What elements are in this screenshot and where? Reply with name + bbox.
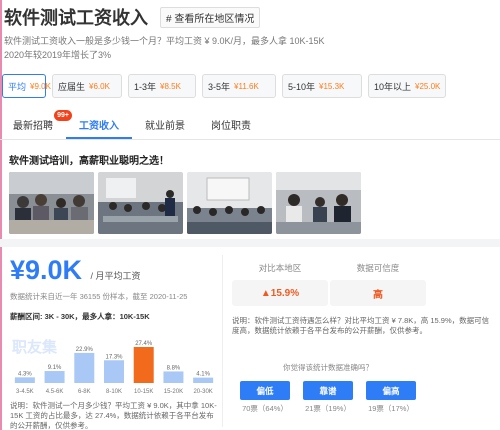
salary-explanation: 说明：软件测试一个月多少钱？平均工资 ¥ 9.0K，其中拿 10K-15K 工资… bbox=[10, 401, 217, 430]
vote-high-count: 19票（17%） bbox=[368, 404, 414, 413]
tab-prospects[interactable]: 就业前景 bbox=[132, 116, 198, 139]
salary-bar-4.5-6K bbox=[44, 371, 65, 383]
salary-summary-text: 软件测试工资收入一般是多少钱一个月？平均工资 ¥ 9.0K/月，最多人拿 10K… bbox=[4, 36, 325, 46]
bar-value-label: 22.9% bbox=[76, 347, 94, 353]
classroom-photo-1[interactable] bbox=[9, 172, 94, 234]
filter-label: 10年以上 bbox=[374, 81, 412, 92]
section-separator bbox=[0, 239, 500, 247]
filter-label: 平均 bbox=[8, 81, 27, 92]
bar-category-label: 6-8K bbox=[78, 389, 91, 395]
vote-reliable-button[interactable]: 靠谱 bbox=[303, 381, 353, 400]
average-salary-value: ¥9.0K bbox=[10, 255, 83, 285]
growth-text: 2020年较2019年增长了3% bbox=[4, 50, 112, 60]
bar-category-label: 10-15K bbox=[134, 389, 153, 395]
filter-1-3-years[interactable]: 1-3年 ¥8.5K bbox=[128, 74, 196, 98]
bar-category-label: 8-10K bbox=[106, 389, 122, 395]
classroom-photo-4[interactable] bbox=[276, 172, 361, 234]
promo-title[interactable]: 软件测试培训，高薪职业聪明之选！ bbox=[9, 152, 169, 167]
filter-3-5-years[interactable]: 3-5年 ¥11.6K bbox=[202, 74, 276, 98]
salary-bar-10-15K bbox=[133, 347, 154, 383]
tab-label: 工资收入 bbox=[79, 121, 119, 132]
tab-label: 就业前景 bbox=[145, 121, 185, 132]
filter-label: 3-5年 bbox=[208, 81, 231, 92]
salary-bar-6-8K bbox=[74, 352, 95, 383]
salary-summary: ¥9.0K / 月平均工资 数据统计来自近一年 36155 份样本，截至 202… bbox=[10, 255, 220, 322]
vote-low-count: 70票（64%） bbox=[242, 404, 288, 413]
filter-graduate[interactable]: 应届生 ¥6.0K bbox=[52, 74, 122, 98]
salary-bar-20-30K bbox=[193, 377, 214, 383]
salary-bar-3-4.5K bbox=[14, 377, 35, 383]
compare-region-label: 对比本地区 bbox=[258, 263, 302, 273]
tab-label: 最新招聘 bbox=[13, 121, 53, 132]
content-tabs: 最新招聘 99+ 工资收入 就业前景 岗位职责 bbox=[0, 110, 500, 140]
average-salary-unit: / 月平均工资 bbox=[90, 271, 141, 281]
compare-region-value: ▲15.9% bbox=[232, 280, 328, 306]
filter-label: 5-10年 bbox=[288, 81, 316, 92]
tab-latest-jobs[interactable]: 最新招聘 99+ bbox=[0, 110, 72, 139]
bar-category-label: 15-20K bbox=[164, 389, 183, 395]
filter-value: ¥25.0K bbox=[415, 81, 441, 91]
region-filter-button[interactable]: # 查看所在地区情况 bbox=[160, 6, 261, 28]
tab-label: 岗位职责 bbox=[211, 121, 251, 132]
data-credibility-value: 高 bbox=[330, 280, 426, 306]
filter-value: ¥15.3K bbox=[319, 81, 345, 91]
sample-stats-text: 数据统计来自近一年 36155 份样本，截至 2020-11-25 bbox=[10, 292, 188, 301]
tab-duties[interactable]: 岗位职责 bbox=[198, 116, 264, 139]
bar-value-label: 27.4% bbox=[135, 341, 153, 347]
salary-range-text: 薪酬区间: 3K - 30K，最多人拿：10K-15K bbox=[10, 312, 150, 321]
bar-value-label: 9.1% bbox=[48, 365, 62, 371]
vote-low-button[interactable]: 偏低 bbox=[240, 381, 290, 400]
filter-label: 应届生 bbox=[58, 81, 86, 92]
page-edge-accent bbox=[0, 0, 2, 430]
experience-filters: 平均 ¥9.0K 应届生 ¥6.0K 1-3年 ¥8.5K 3-5年 ¥11.6K 5-… bbox=[2, 74, 446, 98]
filter-value: ¥9.0K bbox=[30, 81, 51, 91]
salary-bar-15-20K bbox=[163, 371, 184, 383]
bar-value-label: 8.8% bbox=[167, 365, 181, 371]
bar-category-label: 4.5-6K bbox=[46, 389, 64, 395]
bar-value-label: 4.3% bbox=[18, 371, 32, 377]
vote-reliable-count: 21票（19%） bbox=[305, 404, 351, 413]
comparison-explanation: 说明：软件测试工资待遇怎么样？对比平均工资 ¥ 7.8K，高 15.9%，数据可… bbox=[232, 316, 490, 335]
page-header: 软件测试工资收入 # 查看所在地区情况 软件测试工资收入一般是多少钱一个月？平均… bbox=[4, 4, 496, 62]
filter-label: 1-3年 bbox=[134, 81, 157, 92]
bar-category-label: 3-4.5K bbox=[16, 389, 34, 395]
filter-5-10-years[interactable]: 5-10年 ¥15.3K bbox=[282, 74, 362, 98]
promo-photo-strip bbox=[9, 172, 361, 234]
column-divider bbox=[222, 255, 223, 427]
page-title: 软件测试工资收入 bbox=[4, 8, 148, 28]
tab-salary[interactable]: 工资收入 bbox=[66, 116, 132, 139]
vote-question: 你觉得该统计数据准确吗？ bbox=[283, 363, 373, 372]
salary-bar-8-10K bbox=[104, 360, 124, 383]
data-credibility-label: 数据可信度 bbox=[356, 263, 400, 273]
filter-value: ¥8.5K bbox=[160, 81, 181, 91]
vote-high-button[interactable]: 偏高 bbox=[366, 381, 416, 400]
bar-category-label: 20-30K bbox=[193, 389, 212, 395]
filter-value: ¥6.0K bbox=[89, 81, 110, 91]
classroom-photo-3[interactable] bbox=[187, 172, 272, 234]
classroom-photo-2[interactable] bbox=[98, 172, 183, 234]
salary-distribution-chart: 4.3% 3-4.5K 9.1% 4.5-6K 22.9% 6-8K 17.3% 8-10K 2… bbox=[10, 333, 218, 399]
filter-value: ¥11.6K bbox=[234, 81, 259, 91]
bar-value-label: 4.1% bbox=[196, 372, 210, 378]
filter-average[interactable]: 平均 ¥9.0K bbox=[2, 74, 51, 98]
salary-distribution-svg: 4.3% 3-4.5K 9.1% 4.5-6K 22.9% 6-8K 17.3% 8-10K 2… bbox=[14, 341, 214, 395]
bar-value-label: 17.3% bbox=[105, 354, 123, 360]
filter-10-plus-years[interactable]: 10年以上 ¥25.0K bbox=[368, 74, 446, 98]
